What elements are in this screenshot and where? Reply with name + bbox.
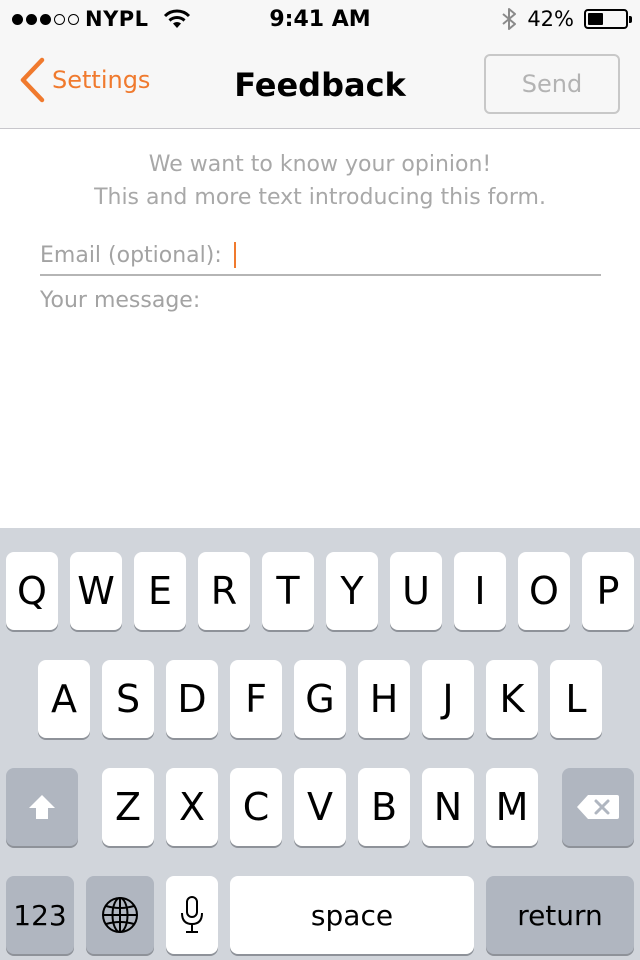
- return-key[interactable]: return: [486, 876, 634, 954]
- bluetooth-icon: [502, 8, 517, 30]
- key-i[interactable]: I: [454, 552, 506, 630]
- key-g[interactable]: G: [294, 660, 346, 738]
- send-button[interactable]: Send: [484, 54, 620, 114]
- key-q[interactable]: Q: [6, 552, 58, 630]
- key-m[interactable]: M: [486, 768, 538, 846]
- globe-icon: [102, 897, 138, 933]
- key-z[interactable]: Z: [102, 768, 154, 846]
- key-c[interactable]: C: [230, 768, 282, 846]
- status-right: 42%: [501, 7, 632, 31]
- key-v[interactable]: V: [294, 768, 346, 846]
- battery-icon: [584, 9, 632, 29]
- key-y[interactable]: Y: [326, 552, 378, 630]
- message-field[interactable]: Your message:: [40, 288, 200, 313]
- key-t[interactable]: T: [262, 552, 314, 630]
- numbers-key[interactable]: 123: [6, 876, 74, 954]
- keyboard: 123 space return QWERTYUIOP ASDFGHJKL ZXCV…: [0, 528, 640, 960]
- shift-key[interactable]: [6, 768, 78, 846]
- text-cursor: [233, 242, 236, 268]
- key-o[interactable]: O: [518, 552, 570, 630]
- key-k[interactable]: K: [486, 660, 538, 738]
- key-a[interactable]: A: [38, 660, 90, 738]
- status-bar: NYPL 9:41 AM 42%: [0, 0, 640, 40]
- key-b[interactable]: B: [358, 768, 410, 846]
- globe-key[interactable]: [86, 876, 154, 954]
- key-u[interactable]: U: [390, 552, 442, 630]
- key-j[interactable]: J: [422, 660, 474, 738]
- key-e[interactable]: E: [134, 552, 186, 630]
- key-n[interactable]: N: [422, 768, 474, 846]
- key-f[interactable]: F: [230, 660, 282, 738]
- email-label: Email (optional):: [40, 242, 222, 268]
- shift-icon: [29, 795, 55, 819]
- key-x[interactable]: X: [166, 768, 218, 846]
- email-field[interactable]: Email (optional):: [40, 236, 601, 276]
- intro-line-2: This and more text introducing this form…: [94, 185, 546, 210]
- delete-key[interactable]: [562, 768, 634, 846]
- dictation-key[interactable]: [166, 876, 218, 954]
- key-h[interactable]: H: [358, 660, 410, 738]
- space-key[interactable]: space: [230, 876, 474, 954]
- delete-icon: [577, 795, 619, 819]
- key-w[interactable]: W: [70, 552, 122, 630]
- key-l[interactable]: L: [550, 660, 602, 738]
- battery-percent: 42%: [527, 7, 574, 31]
- battery-fill: [588, 13, 603, 25]
- key-r[interactable]: R: [198, 552, 250, 630]
- navigation-bar: Settings Feedback Send: [0, 40, 640, 129]
- key-p[interactable]: P: [582, 552, 634, 630]
- key-d[interactable]: D: [166, 660, 218, 738]
- microphone-icon: [181, 896, 203, 933]
- intro-line-1: We want to know your opinion!: [148, 152, 492, 177]
- key-s[interactable]: S: [102, 660, 154, 738]
- intro-text: We want to know your opinion! This and m…: [0, 148, 640, 214]
